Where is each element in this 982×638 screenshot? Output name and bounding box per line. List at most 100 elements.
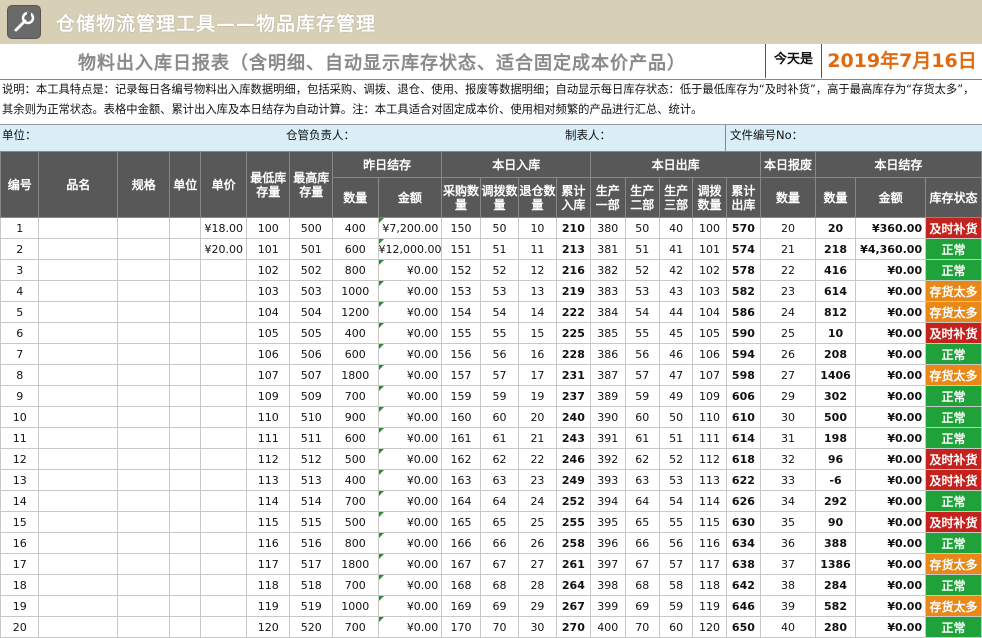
cell-max[interactable]: 505 xyxy=(289,322,333,344)
cell-spec[interactable] xyxy=(117,616,171,638)
cell-unit[interactable] xyxy=(169,595,202,617)
cell-unit[interactable] xyxy=(169,532,202,554)
cell-max[interactable]: 520 xyxy=(289,616,333,638)
cell-out-tot[interactable]: 638 xyxy=(725,553,762,575)
cell-no[interactable]: 11 xyxy=(0,427,40,449)
cell-y-amt[interactable]: ¥0.00 xyxy=(377,259,443,281)
cell-no[interactable]: 12 xyxy=(0,448,40,470)
cell-t-qty[interactable]: 96 xyxy=(814,448,857,470)
cell-tin[interactable]: 55 xyxy=(479,322,520,344)
cell-p2[interactable]: 59 xyxy=(624,385,660,407)
cell-unit[interactable] xyxy=(169,427,202,449)
cell-y-amt[interactable]: ¥0.00 xyxy=(377,469,443,491)
cell-max[interactable]: 517 xyxy=(289,553,333,575)
cell-pur[interactable]: 165 xyxy=(441,511,481,533)
cell-ret[interactable]: 24 xyxy=(518,490,557,512)
cell-tout[interactable]: 116 xyxy=(692,532,727,554)
cell-spec[interactable] xyxy=(117,301,171,323)
cell-y-amt[interactable]: ¥0.00 xyxy=(377,511,443,533)
cell-tout[interactable]: 109 xyxy=(692,385,727,407)
cell-unit[interactable] xyxy=(169,511,202,533)
cell-tout[interactable]: 103 xyxy=(692,280,727,302)
cell-price[interactable] xyxy=(200,385,247,407)
cell-max[interactable]: 519 xyxy=(289,595,333,617)
cell-p2[interactable]: 68 xyxy=(624,574,660,596)
cell-tin[interactable]: 70 xyxy=(479,616,520,638)
cell-min[interactable]: 110 xyxy=(245,406,291,428)
cell-ret[interactable]: 23 xyxy=(518,469,557,491)
cell-name[interactable] xyxy=(38,280,119,302)
status-badge[interactable]: 存货太多 xyxy=(925,280,982,302)
cell-y-qty[interactable]: 1200 xyxy=(331,301,379,323)
cell-no[interactable]: 20 xyxy=(0,616,40,638)
cell-name[interactable] xyxy=(38,469,119,491)
cell-y-qty[interactable]: 800 xyxy=(331,532,379,554)
cell-y-qty[interactable]: 900 xyxy=(331,406,379,428)
cell-scrap[interactable]: 38 xyxy=(760,574,816,596)
cell-price[interactable] xyxy=(200,301,247,323)
cell-pur[interactable]: 160 xyxy=(441,406,481,428)
cell-p2[interactable]: 65 xyxy=(624,511,660,533)
cell-p3[interactable]: 46 xyxy=(658,343,694,365)
cell-t-amt[interactable]: ¥0.00 xyxy=(855,574,927,596)
cell-no[interactable]: 19 xyxy=(0,595,40,617)
cell-ret[interactable]: 27 xyxy=(518,553,557,575)
cell-no[interactable]: 14 xyxy=(0,490,40,512)
cell-p2[interactable]: 69 xyxy=(624,595,660,617)
cell-t-amt[interactable]: ¥0.00 xyxy=(855,427,927,449)
cell-min[interactable]: 115 xyxy=(245,511,291,533)
cell-p1[interactable]: 381 xyxy=(590,238,626,260)
cell-pur[interactable]: 155 xyxy=(441,322,481,344)
cell-p3[interactable]: 52 xyxy=(658,448,694,470)
cell-min[interactable]: 102 xyxy=(245,259,291,281)
cell-p1[interactable]: 392 xyxy=(590,448,626,470)
cell-tin[interactable]: 57 xyxy=(479,364,520,386)
status-badge[interactable]: 及时补货 xyxy=(925,469,982,491)
cell-price[interactable] xyxy=(200,469,247,491)
cell-t-qty[interactable]: -6 xyxy=(814,469,857,491)
cell-y-amt[interactable]: ¥0.00 xyxy=(377,343,443,365)
cell-in-tot[interactable]: 249 xyxy=(555,469,592,491)
cell-tout[interactable]: 115 xyxy=(692,511,727,533)
cell-tin[interactable]: 51 xyxy=(479,238,520,260)
cell-in-tot[interactable]: 270 xyxy=(555,616,592,638)
cell-pur[interactable]: 151 xyxy=(441,238,481,260)
cell-p3[interactable]: 59 xyxy=(658,595,694,617)
cell-p2[interactable]: 54 xyxy=(624,301,660,323)
status-badge[interactable]: 及时补货 xyxy=(925,322,982,344)
cell-y-amt[interactable]: ¥0.00 xyxy=(377,364,443,386)
cell-y-qty[interactable]: 500 xyxy=(331,448,379,470)
cell-tout[interactable]: 113 xyxy=(692,469,727,491)
cell-max[interactable]: 500 xyxy=(289,217,333,239)
cell-p3[interactable]: 60 xyxy=(658,616,694,638)
cell-p2[interactable]: 51 xyxy=(624,238,660,260)
cell-spec[interactable] xyxy=(117,469,171,491)
cell-name[interactable] xyxy=(38,343,119,365)
cell-scrap[interactable]: 32 xyxy=(760,448,816,470)
cell-spec[interactable] xyxy=(117,343,171,365)
cell-no[interactable]: 3 xyxy=(0,259,40,281)
status-badge[interactable]: 正常 xyxy=(925,259,982,281)
cell-scrap[interactable]: 36 xyxy=(760,532,816,554)
cell-in-tot[interactable]: 255 xyxy=(555,511,592,533)
cell-spec[interactable] xyxy=(117,280,171,302)
cell-y-amt[interactable]: ¥0.00 xyxy=(377,532,443,554)
cell-scrap[interactable]: 37 xyxy=(760,553,816,575)
cell-scrap[interactable]: 29 xyxy=(760,385,816,407)
cell-p2[interactable]: 60 xyxy=(624,406,660,428)
cell-p1[interactable]: 387 xyxy=(590,364,626,386)
cell-min[interactable]: 107 xyxy=(245,364,291,386)
cell-y-amt[interactable]: ¥0.00 xyxy=(377,406,443,428)
cell-y-qty[interactable]: 400 xyxy=(331,217,379,239)
cell-max[interactable]: 518 xyxy=(289,574,333,596)
cell-out-tot[interactable]: 618 xyxy=(725,448,762,470)
cell-y-qty[interactable]: 400 xyxy=(331,469,379,491)
cell-p1[interactable]: 390 xyxy=(590,406,626,428)
cell-p2[interactable]: 53 xyxy=(624,280,660,302)
cell-y-amt[interactable]: ¥0.00 xyxy=(377,616,443,638)
cell-pur[interactable]: 168 xyxy=(441,574,481,596)
cell-price[interactable] xyxy=(200,364,247,386)
cell-spec[interactable] xyxy=(117,364,171,386)
cell-name[interactable] xyxy=(38,322,119,344)
cell-tout[interactable]: 112 xyxy=(692,448,727,470)
